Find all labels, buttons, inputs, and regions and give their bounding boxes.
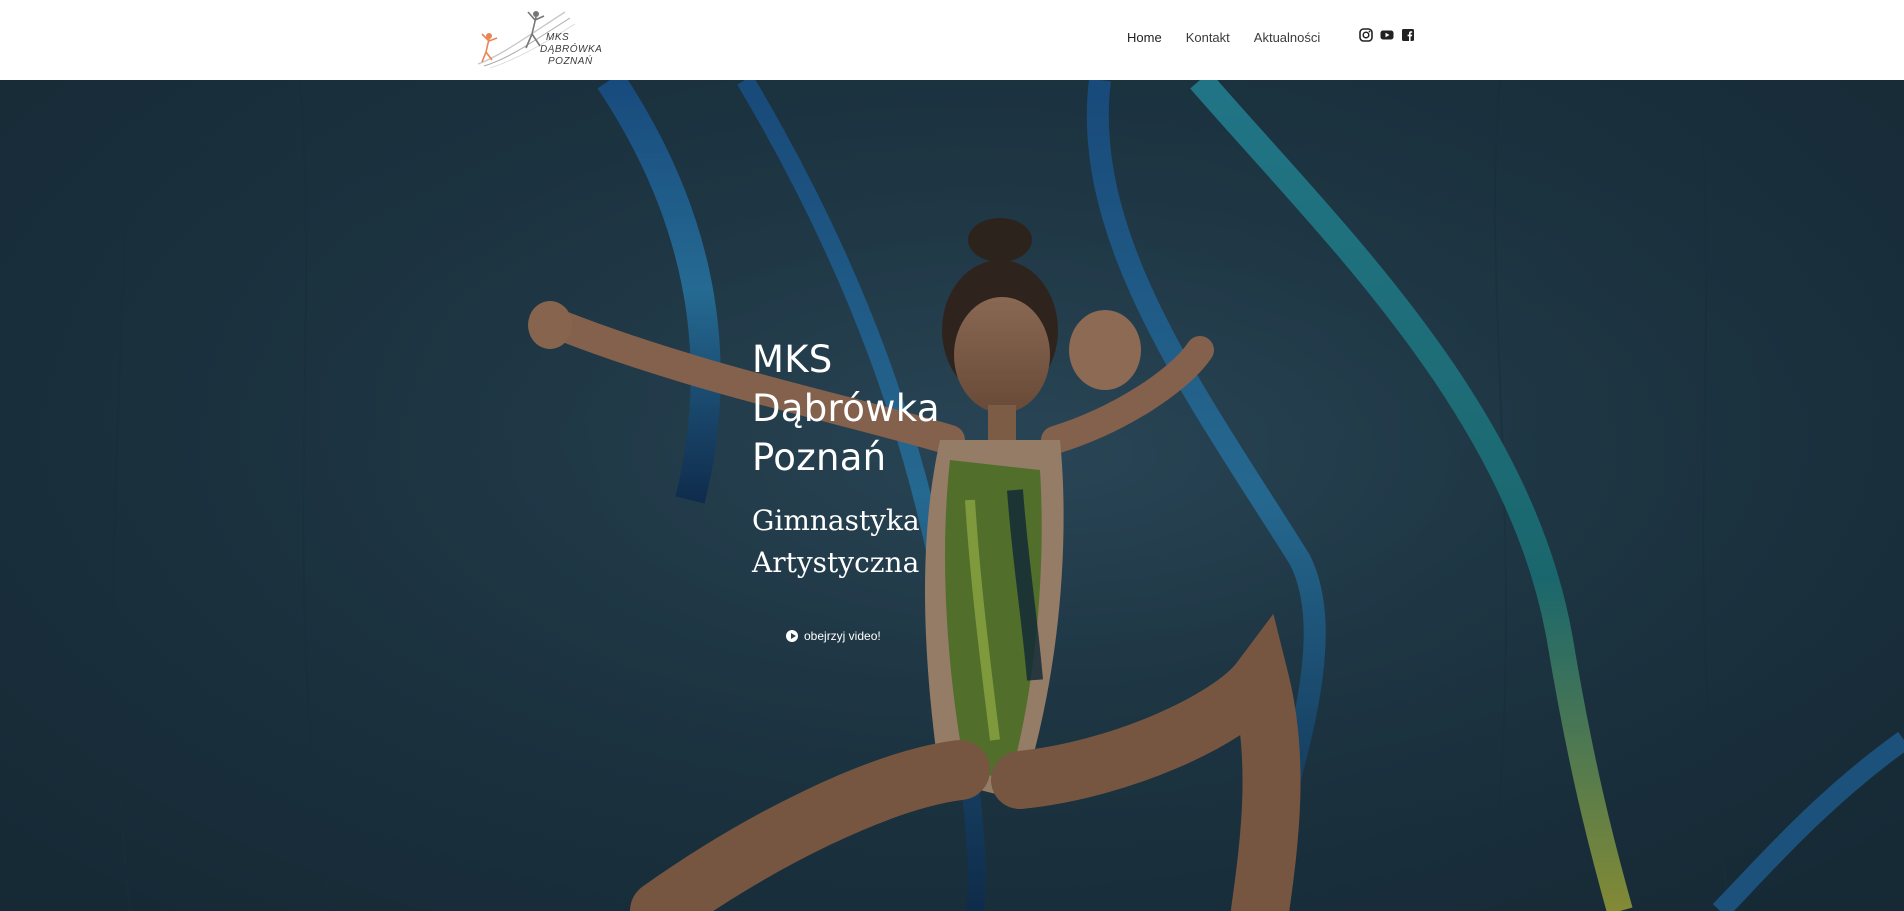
youtube-icon[interactable] <box>1380 28 1394 42</box>
main-nav: Home Kontakt Aktualności <box>1127 28 1344 48</box>
logo-line-1: MKS <box>546 32 570 43</box>
top-navigation-bar: MKS DĄBRÓWKA POZNAŃ Home Kontakt Aktualn… <box>0 0 1904 80</box>
hero-title-line-3: Poznań <box>752 436 887 479</box>
watch-video-label: obejrzyj video! <box>804 629 881 643</box>
instagram-icon[interactable] <box>1359 28 1373 42</box>
nav-item-aktualnosci[interactable]: Aktualności <box>1254 28 1320 48</box>
nav-item-kontakt[interactable]: Kontakt <box>1186 28 1230 48</box>
facebook-icon[interactable] <box>1401 28 1415 42</box>
logo-line-2: DĄBRÓWKA <box>540 44 603 55</box>
hero-banner: MKS Dąbrówka Poznań Gimnastyka Artystycz… <box>0 80 1904 911</box>
logo-line-3: POZNAŃ <box>548 56 593 67</box>
nav-item-home[interactable]: Home <box>1127 28 1162 48</box>
hero-subtitle: Gimnastyka Artystyczna <box>752 500 940 584</box>
watch-video-button[interactable]: obejrzyj video! <box>786 629 881 643</box>
play-icon <box>786 630 798 642</box>
hero-title-line-2: Dąbrówka <box>752 387 940 430</box>
hero-subtitle-line-1: Gimnastyka <box>752 504 920 537</box>
hero-text-block: MKS Dąbrówka Poznań Gimnastyka Artystycz… <box>752 335 940 584</box>
gymnast-with-ribbons-photo <box>0 80 1904 911</box>
club-logo[interactable]: MKS DĄBRÓWKA POZNAŃ <box>470 8 605 72</box>
hero-title-line-1: MKS <box>752 338 833 381</box>
hero-title: MKS Dąbrówka Poznań <box>752 335 940 482</box>
social-links <box>1359 28 1415 42</box>
hero-subtitle-line-2: Artystyczna <box>752 546 920 579</box>
